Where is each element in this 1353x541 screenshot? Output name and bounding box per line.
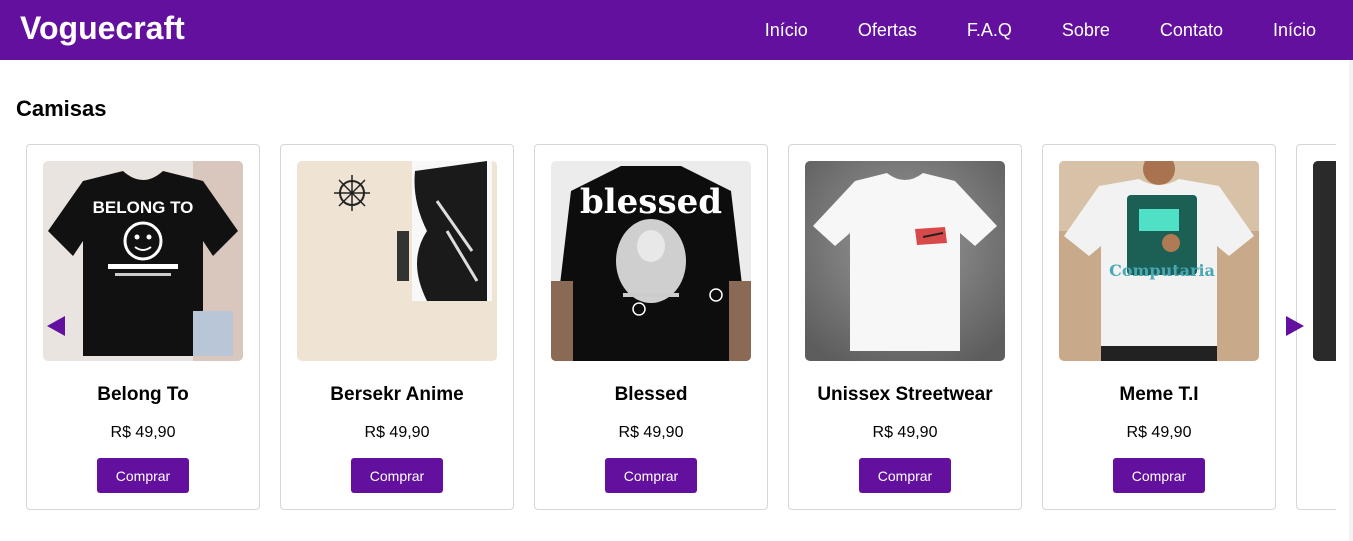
- navbar: Voguecraft Início Ofertas F.A.Q Sobre Co…: [0, 0, 1353, 60]
- product-card: Computaria Meme T.I R$ 49,90 Comprar: [1042, 144, 1276, 510]
- buy-button[interactable]: Comprar: [605, 458, 697, 493]
- carousel-next-icon[interactable]: [1286, 316, 1304, 336]
- shirt-print-text: Computaria: [1109, 261, 1215, 280]
- product-price: R$ 49,90: [110, 424, 176, 441]
- brand-logo[interactable]: Voguecraft: [20, 10, 185, 46]
- page-scrollbar[interactable]: [1349, 60, 1353, 541]
- nav-link-sobre[interactable]: Sobre: [1062, 20, 1110, 41]
- product-price: R$ 49,90: [364, 424, 430, 441]
- product-name: Unissex Streetwear: [817, 384, 993, 405]
- buy-button[interactable]: Comprar: [1113, 458, 1205, 493]
- product-image: BELONG TO: [43, 161, 243, 361]
- product-name: Bersekr Anime: [330, 384, 464, 405]
- product-image: blessed: [551, 161, 751, 361]
- product-image: [1313, 161, 1336, 361]
- product-price: R$ 49,90: [1126, 424, 1192, 441]
- product-card: blessed Blessed R$ 49,90 Comprar: [534, 144, 768, 510]
- buy-button[interactable]: Comprar: [859, 458, 951, 493]
- product-image: [805, 161, 1005, 361]
- product-card: Bersekr Anime R$ 49,90 Comprar: [280, 144, 514, 510]
- product-price: R$ 49,90: [872, 424, 938, 441]
- product-carousel: BELONG TO Belong To R$ 49,90 Comprar Ber…: [26, 144, 1336, 511]
- nav-link-faq[interactable]: F.A.Q: [967, 20, 1012, 41]
- nav-links: Início Ofertas F.A.Q Sobre Contato Iníci…: [765, 0, 1316, 60]
- nav-link-contato[interactable]: Contato: [1160, 20, 1223, 41]
- carousel-track: BELONG TO Belong To R$ 49,90 Comprar Ber…: [26, 144, 1336, 511]
- buy-button[interactable]: Comprar: [97, 458, 189, 493]
- shirt-print-text: BELONG TO: [93, 198, 194, 217]
- nav-link-inicio[interactable]: Início: [765, 20, 808, 41]
- product-card: Unissex Streetwear R$ 49,90 Comprar: [788, 144, 1022, 510]
- product-image: [297, 161, 497, 361]
- nav-link-ofertas[interactable]: Ofertas: [858, 20, 917, 41]
- nav-link-inicio-2[interactable]: Início: [1273, 20, 1316, 41]
- product-price: R$ 49,90: [618, 424, 684, 441]
- section-title: Camisas: [16, 96, 107, 121]
- product-name: Blessed: [614, 384, 688, 405]
- product-name: Belong To: [97, 384, 189, 405]
- shirt-print-text: blessed: [580, 182, 722, 222]
- product-name: Meme T.I: [1119, 384, 1199, 405]
- product-image: Computaria: [1059, 161, 1259, 361]
- buy-button[interactable]: Comprar: [351, 458, 443, 493]
- carousel-prev-icon[interactable]: [47, 316, 65, 336]
